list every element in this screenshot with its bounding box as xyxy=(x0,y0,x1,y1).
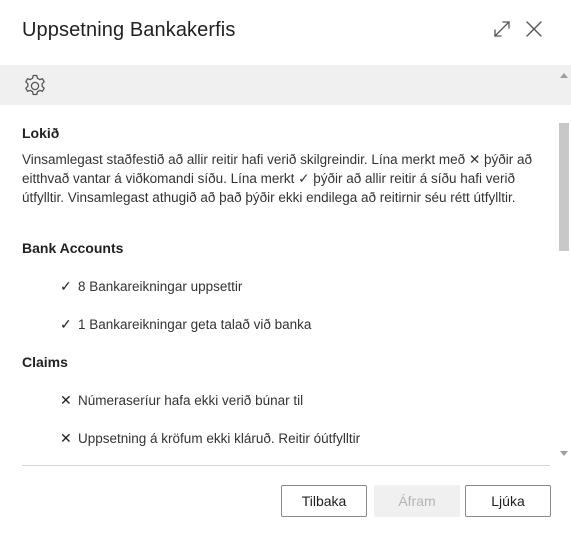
scrollbar-thumb[interactable] xyxy=(559,123,569,251)
close-icon[interactable] xyxy=(523,18,545,40)
list-item: ✕ Uppsetning á kröfum ekki kláruð. Reiti… xyxy=(60,430,360,447)
action-bar xyxy=(0,65,571,105)
content-area: Lokið Vinsamlegast staðfestið að allir r… xyxy=(0,105,557,465)
cross-icon: ✕ xyxy=(60,392,72,408)
check-icon: ✓ xyxy=(60,316,72,332)
list-item-text: 8 Bankareikningar uppsettir xyxy=(78,279,243,294)
next-button[interactable]: Áfram xyxy=(374,485,460,517)
list-item: ✓ 8 Bankareikningar uppsettir xyxy=(60,278,242,295)
scroll-up-arrow-icon[interactable] xyxy=(560,73,568,78)
footer-divider xyxy=(22,465,550,466)
list-item-text: Númeraseríur hafa ekki verið búnar til xyxy=(78,393,304,408)
finish-button[interactable]: Ljúka xyxy=(465,485,551,517)
section-title-claims: Claims xyxy=(22,354,68,370)
check-icon: ✓ xyxy=(60,278,72,294)
list-item: ✓ 1 Bankareikningar geta talað við banka xyxy=(60,316,311,333)
list-item: ✕ Númeraseríur hafa ekki verið búnar til xyxy=(60,392,303,409)
scroll-down-arrow-icon[interactable] xyxy=(560,451,568,456)
status-title: Lokið xyxy=(22,125,60,141)
list-item-text: 1 Bankareikningar geta talað við banka xyxy=(78,317,312,332)
dialog-title: Uppsetning Bankakerfis xyxy=(22,19,236,41)
vertical-scrollbar[interactable] xyxy=(557,65,571,465)
cross-icon: ✕ xyxy=(60,430,72,446)
expand-icon[interactable] xyxy=(491,18,513,40)
back-button[interactable]: Tilbaka xyxy=(281,485,367,517)
gear-icon[interactable] xyxy=(22,73,48,99)
setup-dialog: Uppsetning Bankakerfis Lokið Vinsamlegas… xyxy=(0,0,571,536)
intro-text: Vinsamlegast staðfestið að allir reitir … xyxy=(22,152,533,205)
section-title-bank-accounts: Bank Accounts xyxy=(22,240,124,256)
list-item-text: Uppsetning á kröfum ekki kláruð. Reitir … xyxy=(78,431,361,446)
